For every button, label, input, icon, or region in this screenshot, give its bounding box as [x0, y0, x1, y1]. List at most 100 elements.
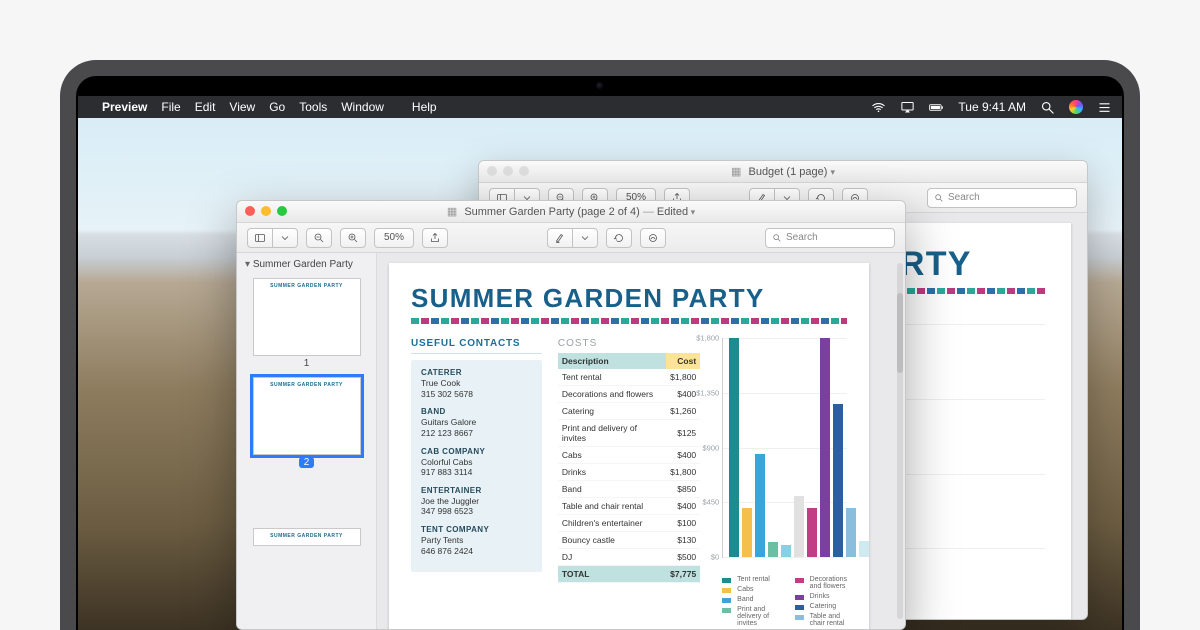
legend-label: Tent rental — [737, 576, 770, 583]
chart-ytick: $450 — [691, 498, 719, 507]
zoom-level[interactable]: 50% — [374, 228, 414, 248]
document-area[interactable]: SUMMER GARDEN PARTY USEFUL CONTACTS CATE… — [377, 253, 905, 629]
menu-view[interactable]: View — [229, 100, 255, 114]
window-summer-garden-party[interactable]: ▦ Summer Garden Party (page 2 of 4) — Ed… — [236, 200, 906, 630]
contact-phone: 315 302 5678 — [421, 389, 532, 400]
document-proxy-icon: ▦ — [447, 206, 457, 218]
legend-swatch — [795, 578, 804, 583]
legend-swatch — [722, 588, 731, 593]
highlight-menu-button[interactable] — [573, 228, 598, 248]
thumbnail-sidebar[interactable]: Summer Garden Party SUMMER GARDEN PARTY … — [237, 253, 377, 629]
camera-dot — [596, 82, 604, 90]
contact-role: CAB COMPANY — [421, 447, 532, 457]
menu-help[interactable]: Help — [412, 100, 437, 114]
chart-ytick: $1,800 — [691, 334, 719, 343]
chart-ytick: $1,350 — [691, 388, 719, 397]
highlight-button[interactable] — [547, 228, 573, 248]
contacts-list: CATERERTrue Cook315 302 5678 BANDGuitars … — [411, 360, 542, 572]
sidebar-toggle-button[interactable] — [247, 228, 273, 248]
legend-label: Band — [737, 596, 770, 603]
zoom-out-button[interactable] — [306, 228, 332, 248]
table-row: Drinks$1,800 — [558, 464, 700, 481]
siri-icon[interactable] — [1069, 100, 1083, 114]
markup-button[interactable] — [640, 228, 666, 248]
search-field[interactable]: Search — [765, 228, 895, 248]
page-thumbnail-1[interactable]: SUMMER GARDEN PARTY — [253, 278, 361, 356]
traffic-lights[interactable] — [487, 166, 529, 176]
contact-entry: BANDGuitars Galore212 123 8667 — [421, 407, 532, 438]
zoom-button[interactable] — [277, 206, 287, 216]
notification-center-icon[interactable] — [1097, 100, 1112, 115]
minimize-button[interactable] — [503, 166, 513, 176]
app-menu[interactable]: Preview — [102, 100, 147, 114]
search-placeholder: Search — [948, 192, 980, 203]
window-status[interactable]: Edited — [657, 206, 695, 218]
window-title[interactable]: ▦ Summer Garden Party (page 2 of 4) — Ed… — [447, 205, 695, 218]
scrollbar[interactable] — [897, 263, 903, 619]
legend-swatch — [722, 578, 731, 583]
share-button[interactable] — [422, 228, 448, 248]
page-thumbnail-2[interactable]: SUMMER GARDEN PARTY — [253, 377, 361, 455]
minimize-button[interactable] — [261, 206, 271, 216]
page-thumbnail-3[interactable]: SUMMER GARDEN PARTY — [253, 528, 361, 546]
chart-bar — [833, 404, 843, 557]
chart-legend: Tent rental Cabs Band Print and delivery of… — [722, 576, 847, 629]
table-row-total: TOTAL$7,775 — [558, 566, 700, 583]
menubar-clock[interactable]: Tue 9:41 AM — [958, 100, 1026, 114]
zoom-in-button[interactable] — [340, 228, 366, 248]
titlebar[interactable]: ▦ Budget (1 page) — [479, 161, 1087, 183]
legend-label: Print and delivery of invites — [737, 606, 770, 627]
search-field[interactable]: Search — [927, 188, 1077, 208]
titlebar[interactable]: ▦ Summer Garden Party (page 2 of 4) — Ed… — [237, 201, 905, 223]
wifi-icon[interactable] — [871, 100, 886, 115]
menu-file[interactable]: File — [161, 100, 180, 114]
contact-entry: CATERERTrue Cook315 302 5678 — [421, 368, 532, 399]
battery-icon[interactable] — [929, 100, 944, 115]
costs-title: COSTS — [558, 338, 700, 349]
legend-label: Cabs — [737, 586, 770, 593]
table-row: Children's entertainer$100 — [558, 515, 700, 532]
contact-name: Colorful Cabs — [421, 457, 532, 468]
sidebar-title[interactable]: Summer Garden Party — [245, 259, 368, 270]
table-row: Catering$1,260 — [558, 403, 700, 420]
legend-swatch — [795, 615, 804, 620]
chart-bar — [859, 541, 869, 557]
airplay-icon[interactable] — [900, 100, 915, 115]
contact-name: Joe the Juggler — [421, 496, 532, 507]
close-button[interactable] — [487, 166, 497, 176]
table-row: Cabs$400 — [558, 447, 700, 464]
rotate-button[interactable] — [606, 228, 632, 248]
table-row: Tent rental$1,800 — [558, 369, 700, 386]
menu-window[interactable]: Window — [341, 100, 384, 114]
chart-bar — [742, 508, 752, 557]
legend-label: Table and chair rental — [810, 613, 847, 627]
legend-label: Decorations and flowers — [810, 576, 847, 590]
menu-edit[interactable]: Edit — [195, 100, 216, 114]
document-proxy-icon: ▦ — [731, 166, 741, 178]
contact-phone: 347 998 6523 — [421, 506, 532, 517]
spotlight-icon[interactable] — [1040, 100, 1055, 115]
legend-swatch — [795, 595, 804, 600]
search-icon — [934, 193, 944, 203]
search-icon — [772, 233, 782, 243]
contact-role: TENT COMPANY — [421, 525, 532, 535]
sidebar-menu-button[interactable] — [273, 228, 298, 248]
contacts-title: USEFUL CONTACTS — [411, 338, 542, 349]
search-placeholder: Search — [786, 232, 818, 243]
contact-name: Party Tents — [421, 535, 532, 546]
contact-name: True Cook — [421, 378, 532, 389]
window-title[interactable]: ▦ Budget (1 page) — [731, 165, 835, 178]
legend-swatch — [795, 605, 804, 610]
chart-bar — [820, 338, 830, 557]
document-heading: SUMMER GARDEN PARTY — [411, 283, 847, 314]
divider — [411, 353, 542, 354]
costs-table: Description Cost Tent rental$1,800Decora… — [558, 353, 700, 583]
zoom-button[interactable] — [519, 166, 529, 176]
legend-swatch — [722, 598, 731, 603]
page-thumbnail-1-label: 1 — [245, 358, 368, 369]
close-button[interactable] — [245, 206, 255, 216]
screen: Preview File Edit View Go Tools Window H… — [78, 96, 1122, 630]
menu-go[interactable]: Go — [269, 100, 285, 114]
traffic-lights[interactable] — [245, 206, 287, 216]
menu-tools[interactable]: Tools — [299, 100, 327, 114]
